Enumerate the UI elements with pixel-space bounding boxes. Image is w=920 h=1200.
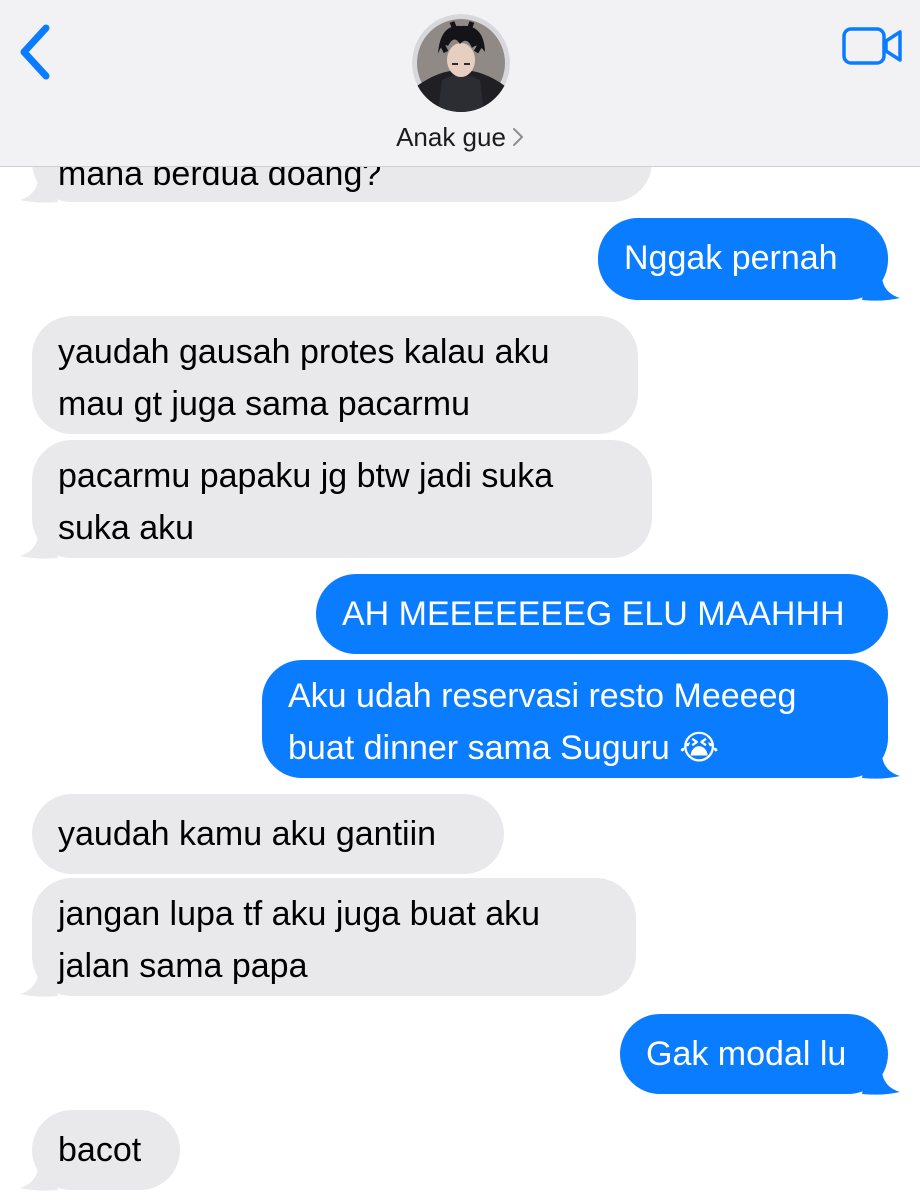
facetime-video-button[interactable]	[842, 26, 904, 66]
conversation-header: Anak gue	[0, 0, 920, 167]
message-thread[interactable]: mana berdua doang? Nggak pernah yaudah g…	[0, 0, 920, 1200]
outgoing-message: AH MEEEEEEEG ELU MAAHHH	[316, 574, 888, 654]
incoming-message: yaudah gausah protes kalau aku mau gt ju…	[32, 316, 638, 434]
bubble-tail	[862, 270, 900, 301]
avatar-image	[412, 14, 510, 112]
video-camera-icon	[842, 27, 902, 65]
message-line: buat dinner sama Suguru 😭	[288, 729, 719, 767]
bubble-tail	[862, 748, 900, 779]
incoming-message: yaudah kamu aku gantiin	[32, 794, 504, 874]
message-text: Nggak pernah	[624, 239, 838, 277]
bubble-tail	[20, 966, 58, 997]
incoming-message: pacarmu papaku jg btw jadi suka suka aku	[32, 440, 652, 558]
incoming-message: jangan lupa tf aku juga buat aku jalan s…	[32, 878, 636, 996]
message-line: Aku udah reservasi resto Meeeeg	[288, 677, 797, 715]
contact-avatar[interactable]	[412, 14, 510, 112]
contact-name: Anak gue	[396, 122, 506, 152]
message-text: yaudah kamu aku gantiin	[58, 815, 437, 853]
message-line: yaudah gausah protes kalau aku	[58, 333, 550, 371]
bubble-tail	[20, 528, 58, 559]
contact-name-button[interactable]: Anak gue	[0, 122, 920, 154]
outgoing-message: Gak modal lu	[620, 1014, 888, 1094]
message-text: Gak modal lu	[646, 1035, 847, 1073]
chevron-right-icon	[512, 123, 524, 154]
message-line: suka aku	[58, 509, 195, 547]
bubble-tail	[20, 172, 58, 203]
message-line: jalan sama papa	[58, 947, 308, 985]
chevron-left-icon	[20, 24, 50, 80]
message-line: mau gt juga sama pacarmu	[58, 385, 470, 423]
bubble-tail	[862, 1064, 900, 1095]
message-text: AH MEEEEEEEG ELU MAAHHH	[342, 595, 845, 633]
bubble-tail	[20, 1160, 58, 1191]
outgoing-message: Nggak pernah	[598, 218, 888, 300]
message-line: jangan lupa tf aku juga buat aku	[58, 895, 541, 933]
outgoing-message: Aku udah reservasi resto Meeeeg buat din…	[262, 660, 888, 778]
back-button[interactable]	[14, 22, 58, 82]
message-text: bacot	[58, 1131, 142, 1169]
message-line: pacarmu papaku jg btw jadi suka	[58, 457, 554, 495]
